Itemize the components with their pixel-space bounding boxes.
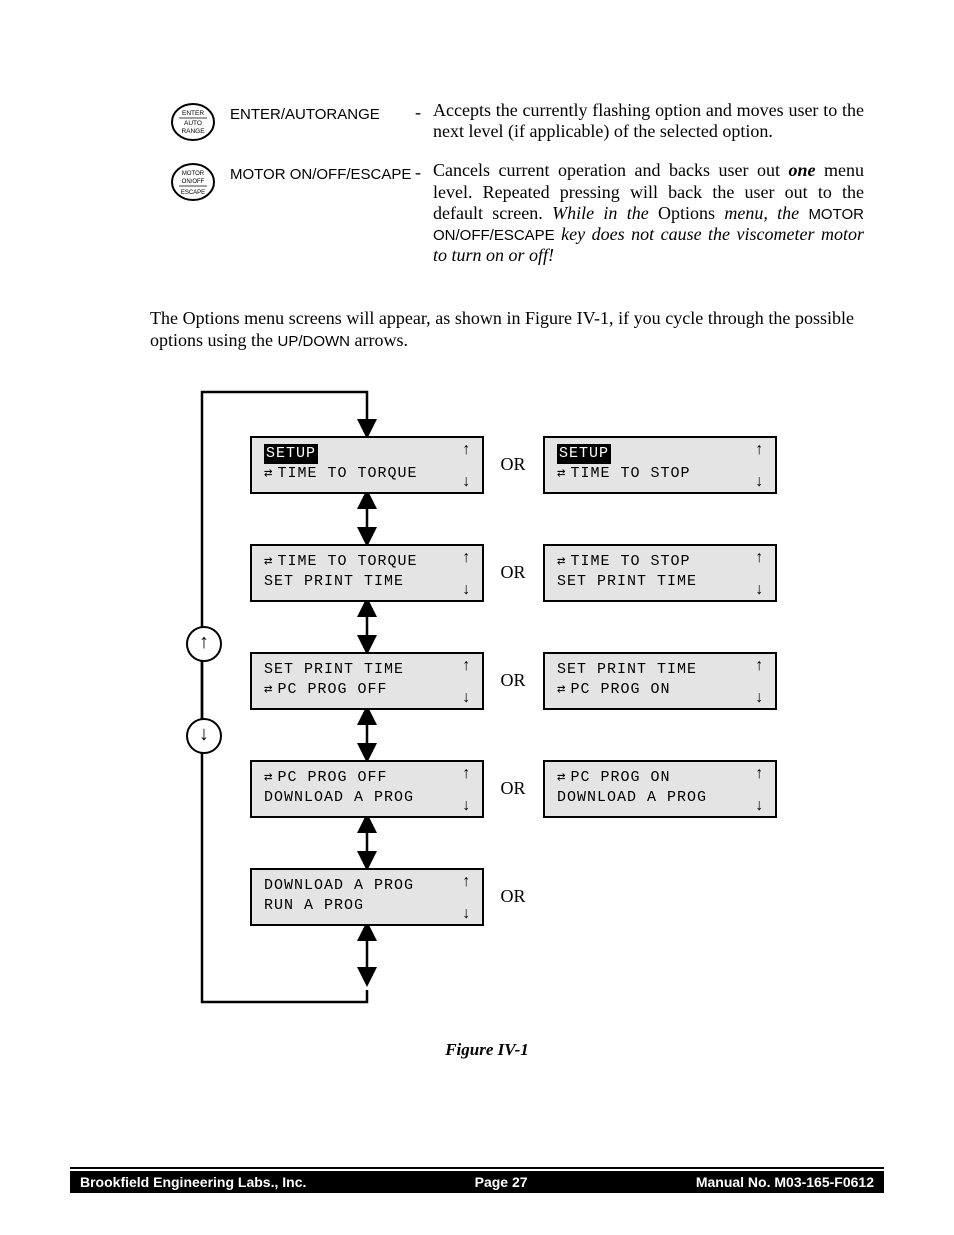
key-desc-motor: Cancels current operation and backs user…	[433, 160, 864, 266]
key-name-enter: ENTER/AUTORANGE	[230, 100, 415, 123]
key-name-motor: MOTOR ON/OFF/ESCAPE	[230, 160, 415, 183]
figure-iv-1: ↑ ↓ SETUP ⇄TIME TO TORQUE ↑↓ OR SETUP ⇄T…	[167, 382, 807, 1022]
key-legend-motor: MOTOR ON/OFF ESCAPE MOTOR ON/OFF/ESCAPE …	[170, 160, 864, 266]
page-footer: Brookfield Engineering Labs., Inc. Page …	[0, 1167, 954, 1193]
figure-caption: Figure IV-1	[110, 1040, 864, 1060]
svg-text:ESCAPE: ESCAPE	[181, 190, 205, 196]
or-label: OR	[493, 670, 533, 691]
lcd-screen-l1: SETUP ⇄TIME TO TORQUE ↑↓	[250, 436, 484, 494]
key-desc-enter: Accepts the currently flashing option an…	[433, 100, 864, 142]
body-paragraph: The Options menu screens will appear, as…	[150, 307, 854, 352]
or-label: OR	[493, 778, 533, 799]
lcd-screen-r1: SETUP ⇄TIME TO STOP ↑↓	[543, 436, 777, 494]
svg-text:MOTOR: MOTOR	[182, 171, 205, 177]
lcd-screen-r2: ⇄TIME TO STOP SET PRINT TIME ↑↓	[543, 544, 777, 602]
svg-text:ENTER: ENTER	[182, 110, 204, 117]
lcd-screen-r3: SET PRINT TIME ⇄PC PROG ON ↑↓	[543, 652, 777, 710]
footer-manual-no: Manual No. M03-165-F0612	[696, 1174, 874, 1190]
footer-company: Brookfield Engineering Labs., Inc.	[80, 1174, 306, 1190]
svg-text:AUTO: AUTO	[184, 120, 202, 127]
footer-page: Page 27	[475, 1174, 528, 1190]
or-label: OR	[493, 886, 533, 907]
up-arrow-icon: ↑	[186, 626, 222, 662]
svg-text:ON/OFF: ON/OFF	[182, 179, 205, 185]
lcd-screen-l2: ⇄TIME TO TORQUE SET PRINT TIME ↑↓	[250, 544, 484, 602]
down-arrow-icon: ↓	[186, 718, 222, 754]
dash: -	[415, 100, 433, 123]
lcd-screen-r4: ⇄PC PROG ON DOWNLOAD A PROG ↑↓	[543, 760, 777, 818]
enter-button-icon: ENTER AUTO RANGE	[170, 102, 216, 142]
svg-text:RANGE: RANGE	[181, 128, 205, 135]
key-legend-enter: ENTER AUTO RANGE ENTER/AUTORANGE - Accep…	[170, 100, 864, 142]
or-label: OR	[493, 454, 533, 475]
dash: -	[415, 160, 433, 183]
lcd-screen-l3: SET PRINT TIME ⇄PC PROG OFF ↑↓	[250, 652, 484, 710]
or-label: OR	[493, 562, 533, 583]
lcd-screen-l4: ⇄PC PROG OFF DOWNLOAD A PROG ↑↓	[250, 760, 484, 818]
lcd-screen-l5: DOWNLOAD A PROG RUN A PROG ↑↓	[250, 868, 484, 926]
motor-button-icon: MOTOR ON/OFF ESCAPE	[170, 162, 216, 202]
